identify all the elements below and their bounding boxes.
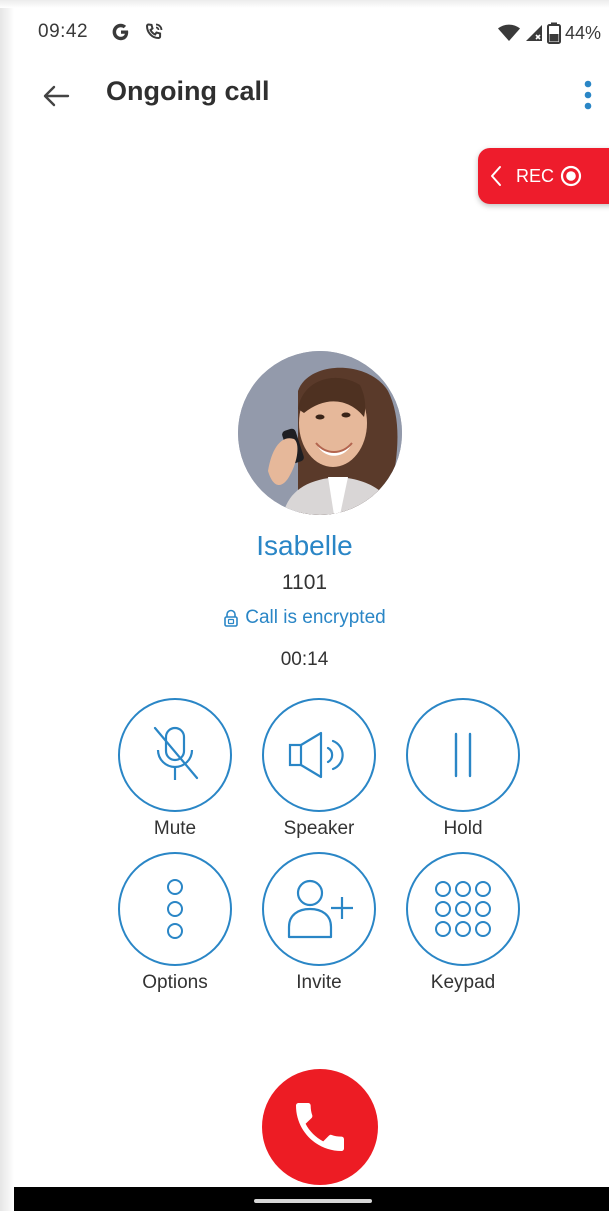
chevron-left-icon: [491, 166, 501, 186]
mic-off-icon: [153, 726, 199, 780]
status-bar: 09:42 44%: [38, 18, 601, 46]
keypad-button[interactable]: [406, 852, 520, 966]
wifi-icon: [497, 24, 520, 41]
speaker-button[interactable]: [262, 698, 376, 812]
phone-call-icon: [145, 23, 163, 40]
caller-avatar: [238, 351, 402, 515]
speaker-label: Speaker: [283, 818, 355, 839]
battery-percentage: 44%: [564, 22, 601, 43]
hold-button[interactable]: [406, 698, 520, 812]
record-icon: [560, 165, 582, 187]
home-gesture-handle[interactable]: [254, 1199, 372, 1203]
lock-icon: [224, 609, 239, 627]
add-person-icon: [287, 879, 353, 939]
mute-button[interactable]: [118, 698, 232, 812]
signal-icon: [525, 25, 542, 41]
encryption-status: Call is encrypted: [0, 607, 609, 629]
speaker-icon: [288, 731, 344, 779]
invite-button[interactable]: [262, 852, 376, 966]
hold-label: Hold: [443, 818, 483, 839]
phone-hangup-icon: [296, 1103, 344, 1151]
mute-label: Mute: [153, 818, 197, 839]
caller-name: Isabelle: [256, 530, 353, 561]
recording-toggle[interactable]: REC: [478, 148, 609, 204]
more-options-icon: [167, 879, 183, 939]
invite-label: Invite: [296, 972, 342, 993]
page-title: Ongoing call: [106, 76, 270, 106]
options-label: Options: [142, 972, 208, 993]
status-indicators: 44%: [497, 19, 601, 47]
recording-label: REC: [516, 165, 555, 186]
options-button[interactable]: [118, 852, 232, 966]
end-call-button[interactable]: [262, 1069, 378, 1185]
arrow-left-icon[interactable]: [38, 78, 74, 114]
screen-top-shadow: [0, 0, 609, 8]
more-vert-icon[interactable]: [578, 78, 598, 112]
screen-edge-shadow: [0, 0, 14, 1211]
status-time: 09:42: [38, 21, 89, 42]
pause-icon: [454, 732, 472, 778]
call-screen: 09:42 44% Ongoing call REC Isabelle 1101…: [0, 0, 609, 1211]
battery-icon: [546, 22, 561, 44]
call-duration: 00:14: [280, 649, 329, 670]
g-icon: [112, 23, 129, 41]
keypad-label: Keypad: [430, 972, 496, 993]
caller-number: 1101: [281, 571, 328, 594]
dialpad-icon: [435, 881, 491, 937]
encryption-label: Call is encrypted: [245, 607, 386, 628]
caller-photo: [238, 351, 402, 515]
